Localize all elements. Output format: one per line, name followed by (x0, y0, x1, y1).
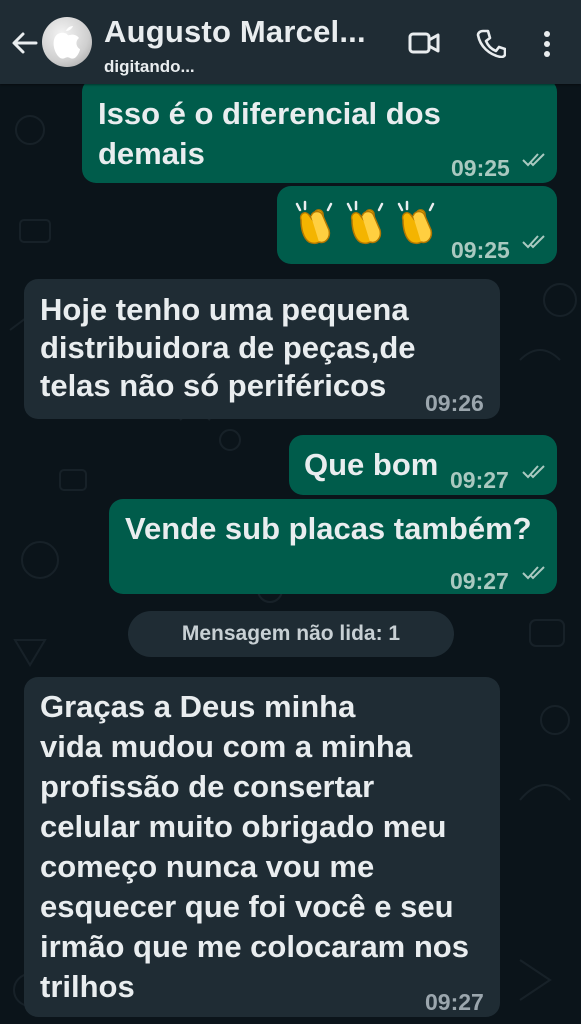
clapping-hands-icon (397, 200, 435, 244)
message-bubble-outgoing[interactable]: 09:25 (277, 186, 557, 264)
typing-status: digitando... (104, 57, 195, 76)
message-bubble-outgoing[interactable]: Vende sub placas também? 09:27 (109, 499, 557, 594)
message-time: 09:27 (450, 467, 509, 493)
back-button[interactable] (8, 26, 40, 60)
voice-call-button[interactable] (476, 28, 507, 63)
unread-messages-divider: Mensagem não lida: 1 (128, 611, 454, 657)
chat-header: Augusto Marcel... digitando... (0, 0, 581, 84)
clapping-hands-icon (346, 200, 384, 244)
message-bubble-outgoing[interactable]: Que bom 09:27 (289, 435, 557, 495)
message-bubble-incoming[interactable]: Hoje tenho uma pequena distribuidora de … (24, 279, 500, 419)
video-call-button[interactable] (407, 28, 441, 63)
message-text: Hoje tenho uma pequena distribuidora de … (40, 292, 416, 403)
message-text: Isso é o diferencial dos demais (98, 96, 441, 171)
message-text: Que bom (304, 447, 439, 482)
message-time: 09:25 (451, 155, 510, 181)
contact-name[interactable]: Augusto Marcel... (104, 14, 366, 50)
message-text: Graças a Deus minha vida mudou com a min… (40, 689, 469, 1004)
more-options-icon (544, 31, 550, 57)
message-bubble-outgoing[interactable]: Isso é o diferencial dos demais 09:25 (82, 78, 557, 183)
message-text: Vende sub placas também? (125, 511, 532, 546)
message-time: 09:25 (451, 237, 510, 263)
message-time: 09:26 (425, 390, 484, 416)
clapping-hands-icon (295, 200, 333, 244)
double-check-icon (522, 153, 545, 167)
video-call-icon (408, 32, 440, 54)
double-check-icon (522, 235, 545, 249)
avatar[interactable] (42, 17, 92, 67)
apple-logo-icon (53, 26, 80, 59)
double-check-icon (522, 465, 545, 479)
message-bubble-incoming[interactable]: Graças a Deus minha vida mudou com a min… (24, 677, 500, 1017)
message-time: 09:27 (425, 989, 484, 1015)
double-check-icon (522, 566, 545, 580)
back-arrow-icon (12, 32, 38, 54)
more-options-button[interactable] (541, 30, 553, 63)
phone-call-icon (476, 29, 507, 59)
message-time: 09:27 (450, 568, 509, 594)
